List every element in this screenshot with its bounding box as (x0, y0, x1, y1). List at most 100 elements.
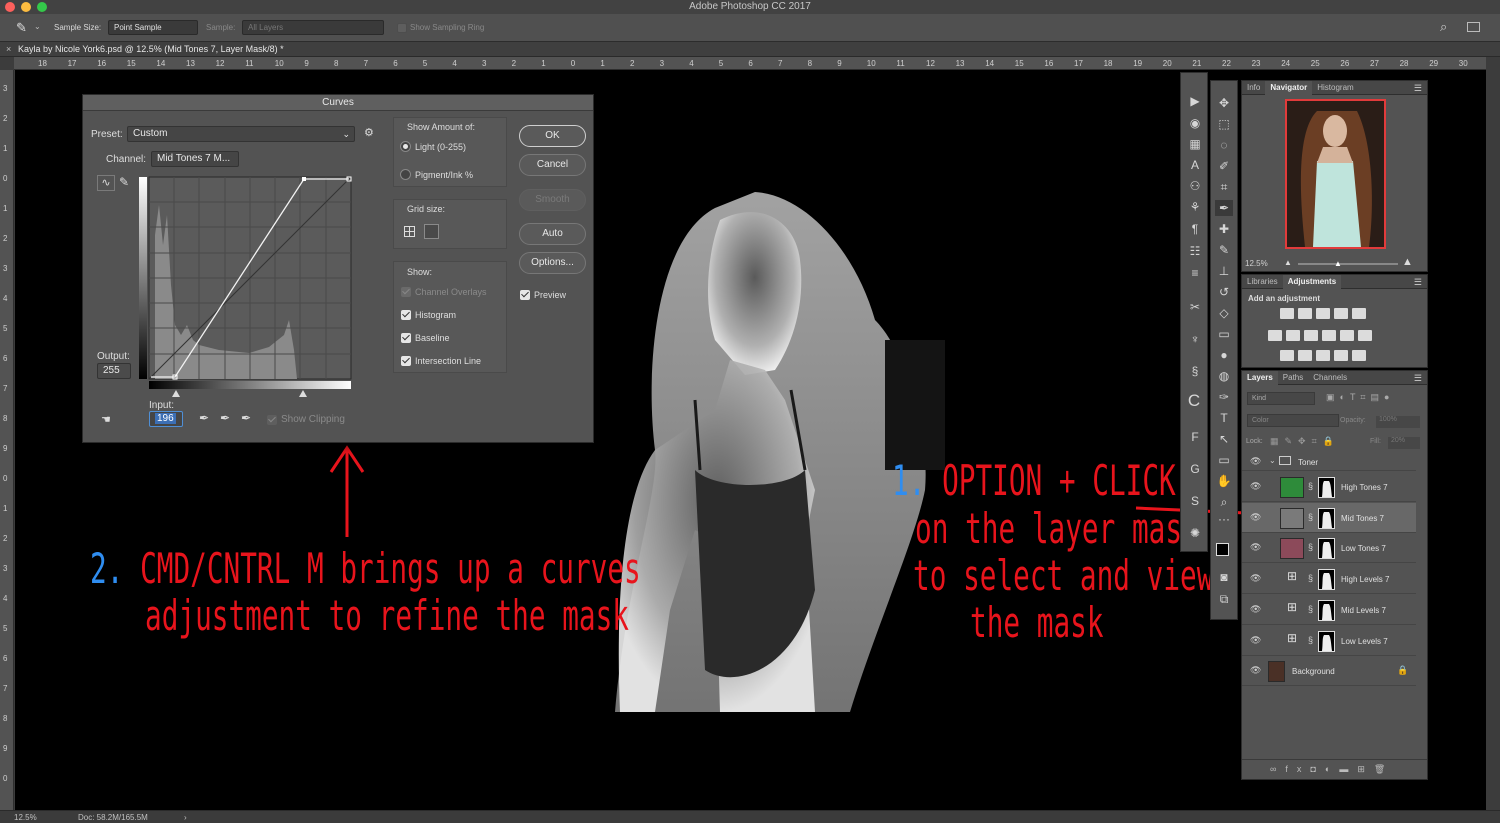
extension-s-icon[interactable]: § (1186, 363, 1204, 379)
delete-layer-icon[interactable]: 🗑 (1374, 764, 1394, 774)
tab-layers[interactable]: Layers (1242, 371, 1278, 385)
show-clipping-checkbox[interactable] (267, 415, 277, 425)
adjustment-icons-row3[interactable] (1278, 350, 1368, 364)
visibility-eye-icon[interactable]: 👁 (1250, 604, 1261, 614)
gray-point-eyedropper-icon[interactable]: ✒ (220, 411, 230, 425)
photo-filter-icon[interactable] (1322, 330, 1336, 341)
properties-icon[interactable]: ☷ (1186, 243, 1204, 259)
fill-value[interactable]: 20% (1388, 437, 1420, 449)
adjustment-sliders-icon[interactable]: ≡ (1186, 265, 1204, 281)
lasso-tool-icon[interactable]: ◌ (1215, 137, 1233, 153)
extension-s2-icon[interactable]: S (1186, 493, 1204, 509)
adjustment-icons-row2[interactable] (1266, 330, 1374, 344)
layer-mask-thumbnail[interactable] (1318, 538, 1335, 560)
zoom-in-icon[interactable]: ▲ (1402, 256, 1413, 268)
light-radio[interactable] (400, 141, 411, 152)
navigator-thumbnail[interactable] (1285, 99, 1386, 249)
search-icon[interactable]: ⌕ (1440, 19, 1447, 35)
eyedropper-tool-panel-icon[interactable]: ✒ (1215, 200, 1233, 216)
chain-link-icon[interactable]: § (1308, 512, 1313, 522)
chain-link-icon[interactable]: § (1308, 481, 1313, 491)
more-tools-icon[interactable]: ··· (1215, 511, 1233, 527)
sample-size-select[interactable]: Point Sample (108, 20, 198, 35)
pigment-radio[interactable] (400, 169, 411, 180)
visibility-eye-icon[interactable]: 👁 (1250, 457, 1261, 466)
sample-select[interactable]: All Layers (242, 20, 384, 35)
histogram-checkbox[interactable] (401, 310, 411, 320)
smooth-button[interactable]: Smooth (519, 189, 586, 211)
cancel-button[interactable]: Cancel (519, 154, 586, 176)
hand-tool-icon[interactable]: ✋ (1215, 473, 1233, 489)
chain-link-icon[interactable]: § (1308, 604, 1313, 614)
layer-group-toner[interactable]: 👁 ⌄ Toner (1242, 452, 1416, 471)
close-window-button[interactable] (5, 2, 15, 12)
add-mask-icon[interactable]: ◘ (1310, 764, 1324, 774)
black-point-eyedropper-icon[interactable]: ✒ (199, 411, 209, 425)
screen-mode-icon[interactable]: ⧉ (1215, 591, 1233, 607)
fill-layer-thumbnail[interactable] (1280, 477, 1304, 498)
gradient-map-icon[interactable] (1334, 350, 1348, 361)
lock-icons[interactable]: ▦✎✥⌗🔒 (1270, 436, 1340, 447)
opacity-value[interactable]: 100% (1376, 416, 1420, 428)
channel-select[interactable]: Mid Tones 7 M... (151, 151, 239, 167)
layer-mask-thumbnail[interactable] (1318, 507, 1335, 529)
zoom-slider[interactable] (1298, 263, 1398, 265)
fill-layer-thumbnail[interactable] (1280, 507, 1304, 529)
brightness-icon[interactable] (1280, 308, 1294, 319)
close-tab-icon[interactable]: × (6, 44, 11, 54)
layers-menu-icon[interactable]: ☰ (1414, 373, 1422, 384)
layer-row[interactable]: 👁 ⊞ § Low Levels 7 (1242, 626, 1416, 656)
plugin-icon[interactable]: ♆ (1186, 331, 1204, 347)
group-expand-chevron-icon[interactable]: ⌄ (1269, 456, 1276, 465)
levels-adjustment-icon[interactable]: ⊞ (1280, 600, 1304, 621)
invert-icon[interactable] (1280, 350, 1294, 361)
status-zoom[interactable]: 12.5% (14, 813, 37, 822)
character-icon[interactable]: A (1186, 157, 1204, 173)
vertical-ruler[interactable]: 3 2 1 0 1 2 3 4 5 6 7 8 9 0 1 2 3 4 5 6 7 8 9 0 (0, 70, 14, 810)
blend-mode-select[interactable]: Color (1247, 414, 1339, 427)
extension-f-icon[interactable]: F (1186, 429, 1204, 445)
curves-icon[interactable] (1316, 308, 1330, 319)
tab-info[interactable]: Info (1242, 81, 1265, 95)
color-balance-icon[interactable] (1286, 330, 1300, 341)
levels-adjustment-icon[interactable]: ⊞ (1280, 569, 1304, 590)
hue-saturation-icon[interactable] (1268, 330, 1282, 341)
eraser-tool-icon[interactable]: ◇ (1215, 305, 1233, 321)
tool-preset-chevron-icon[interactable]: ⌄ (34, 22, 41, 31)
dodge-tool-icon[interactable]: ◍ (1215, 368, 1233, 384)
preview-checkbox[interactable] (520, 290, 530, 300)
detailed-grid-icon[interactable] (424, 224, 439, 239)
history-brush-icon[interactable]: ↺ (1215, 284, 1233, 300)
layer-mask-thumbnail[interactable] (1318, 630, 1335, 652)
visibility-eye-icon[interactable]: 👁 (1250, 666, 1261, 675)
threshold-icon[interactable] (1316, 350, 1330, 361)
link-layers-icon[interactable]: ∞ (1270, 764, 1285, 774)
preset-select[interactable]: Custom ⌄ (127, 126, 355, 142)
clone-source-icon[interactable]: ⚇ (1186, 178, 1204, 194)
layer-background[interactable]: 👁 Background 🔒 (1242, 656, 1416, 686)
input-field[interactable]: 196 (149, 411, 183, 427)
gradient-tool-icon[interactable]: ▭ (1215, 326, 1233, 342)
foreground-color-swatch[interactable] (1216, 543, 1229, 556)
exposure-icon[interactable] (1334, 308, 1348, 319)
channel-mixer-icon[interactable] (1340, 330, 1354, 341)
layer-row[interactable]: 👁 ⊞ § High Levels 7 (1242, 564, 1416, 595)
layer-mask-thumbnail[interactable] (1318, 599, 1335, 621)
layer-mask-thumbnail[interactable] (1318, 569, 1335, 591)
color-lookup-icon[interactable] (1358, 330, 1372, 341)
layer-row[interactable]: 👁 § Low Tones 7 (1242, 533, 1416, 564)
chain-link-icon[interactable]: § (1308, 542, 1313, 552)
tab-channels[interactable]: Channels (1308, 371, 1352, 385)
workspace-icon[interactable] (1467, 22, 1480, 32)
output-field[interactable]: 255 (97, 363, 131, 379)
vibrance-icon[interactable] (1352, 308, 1366, 319)
zoom-out-icon[interactable]: ▲ (1284, 258, 1292, 267)
baseline-checkbox[interactable] (401, 333, 411, 343)
curve-point-tool-icon[interactable]: ∿ (97, 175, 115, 191)
preset-options-gear-icon[interactable]: ⚙ (364, 126, 374, 139)
status-arrow-icon[interactable]: › (184, 813, 187, 822)
simple-grid-icon[interactable] (404, 226, 415, 237)
navigator-zoom-value[interactable]: 12.5% (1245, 259, 1268, 268)
channel-overlays-checkbox[interactable] (401, 287, 411, 297)
minimize-window-button[interactable] (21, 2, 31, 12)
